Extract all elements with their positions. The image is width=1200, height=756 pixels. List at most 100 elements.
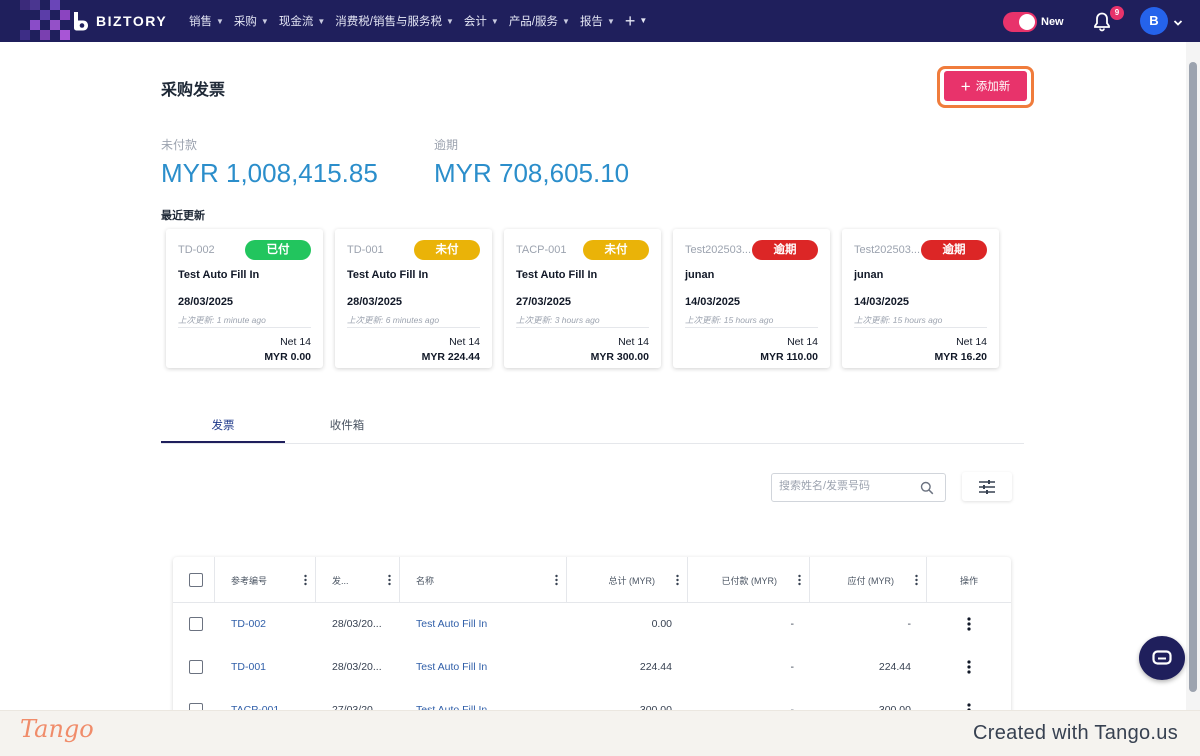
column-label: 发...	[332, 575, 349, 586]
tabs-divider	[161, 443, 1024, 444]
nav-item-label: 采购	[233, 16, 257, 28]
nav-item-tax[interactable]: 消费税/销售与服务税 ▼	[335, 13, 454, 29]
chevron-down-icon: ▼	[606, 16, 615, 26]
chevron-down-icon: ▼	[639, 16, 648, 25]
nav-item-label: 消费税/销售与服务税	[335, 16, 442, 28]
card-divider	[178, 327, 311, 328]
status-badge: 未付	[414, 240, 480, 260]
chevron-down-icon: ▼	[562, 16, 570, 26]
column-menu-icon[interactable]	[676, 574, 679, 586]
card-last-updated: 上次更新: 1 minute ago	[178, 315, 266, 325]
nav-item-cashflow[interactable]: 现金流 ▼	[279, 13, 325, 29]
row-date: 28/03/20...	[332, 661, 382, 673]
chevron-down-icon: ▼	[490, 16, 499, 26]
column-header-date[interactable]: 发...	[316, 557, 400, 603]
top-navbar: BIZTORY 销售 ▼ 采购 ▼ 现金流 ▼ 消费税/销售与服务税 ▼ 会计 ▼ 产品/…	[0, 0, 1200, 42]
card-amount: MYR 110.00	[760, 351, 818, 363]
recent-invoice-card[interactable]: TD-001 未付 Test Auto Fill In 28/03/2025 上…	[335, 229, 492, 368]
column-label: 已付款 (MYR)	[721, 575, 778, 586]
row-total: 0.00	[651, 618, 672, 630]
chevron-down-icon[interactable]	[1173, 15, 1183, 26]
row-due: -	[907, 618, 912, 630]
column-label: 操作	[959, 575, 978, 586]
add-new-button[interactable]: + 添加新	[944, 71, 1027, 101]
new-ui-toggle[interactable]	[1003, 12, 1037, 32]
card-reference: Test202503...	[685, 244, 752, 256]
search-input[interactable]	[779, 480, 919, 492]
column-label: 名称	[416, 575, 435, 586]
nav-item-reports[interactable]: 报告 ▼	[580, 13, 615, 29]
nav-item-products[interactable]: 产品/服务 ▼	[509, 13, 570, 29]
row-date: 28/03/20...	[332, 618, 382, 630]
card-date: 14/03/2025	[685, 296, 741, 308]
column-header-paid[interactable]: 已付款 (MYR)	[688, 557, 810, 603]
column-header-reference[interactable]: 参考编号	[215, 557, 316, 603]
nav-item-sales[interactable]: 销售 ▼	[189, 13, 224, 29]
nav-item-purchases[interactable]: 采购 ▼	[234, 13, 269, 29]
nav-item-label: 产品/服务	[508, 16, 559, 28]
outstanding-value: MYR 1,008,415.85	[161, 158, 378, 188]
card-supplier-name: junan	[685, 269, 715, 281]
row-name-link[interactable]: Test Auto Fill In	[416, 618, 487, 630]
row-due: 224.44	[878, 661, 911, 673]
plus-icon: +	[960, 76, 971, 96]
card-amount: MYR 0.00	[264, 351, 311, 363]
status-badge: 已付	[245, 240, 311, 260]
card-divider	[854, 327, 987, 328]
table-row[interactable]: TD-001 28/03/20... Test Auto Fill In 224…	[173, 646, 1011, 689]
page-title: 采购发票	[161, 82, 226, 99]
row-paid: -	[790, 661, 795, 673]
column-menu-icon[interactable]	[798, 574, 801, 586]
recent-invoice-card[interactable]: Test202503... 逾期 junan 14/03/2025 上次更新: …	[673, 229, 830, 368]
column-header-name[interactable]: 名称	[400, 557, 567, 603]
chat-icon	[1152, 650, 1172, 665]
chevron-down-icon: ▼	[260, 16, 269, 26]
column-menu-icon[interactable]	[304, 574, 307, 586]
scroll-thumb[interactable]	[1189, 62, 1197, 692]
card-supplier-name: Test Auto Fill In	[347, 269, 429, 281]
card-last-updated: 上次更新: 3 hours ago	[516, 315, 600, 325]
more-vertical-icon[interactable]	[967, 617, 971, 631]
column-menu-icon[interactable]	[555, 574, 558, 586]
select-all-checkbox[interactable]	[189, 573, 203, 587]
recent-invoice-card[interactable]: TD-002 已付 Test Auto Fill In 28/03/2025 上…	[166, 229, 323, 368]
column-header-total[interactable]: 总计 (MYR)	[567, 557, 688, 603]
card-divider	[685, 327, 818, 328]
more-vertical-icon[interactable]	[967, 660, 971, 674]
add-new-label: 添加新	[975, 81, 1011, 93]
card-reference: TACP-001	[516, 244, 567, 256]
filter-button[interactable]	[962, 472, 1012, 501]
column-menu-icon[interactable]	[388, 574, 391, 586]
card-divider	[347, 327, 480, 328]
tab-inbox[interactable]: 收件箱	[285, 417, 409, 433]
column-header-due[interactable]: 应付 (MYR)	[810, 557, 927, 603]
nav-item-label: 会计	[463, 16, 487, 28]
column-menu-icon[interactable]	[915, 574, 918, 586]
table-row[interactable]: TD-002 28/03/20... Test Auto Fill In 0.0…	[173, 603, 1011, 646]
recent-updates-title: 最近更新	[161, 210, 205, 222]
row-name-link[interactable]: Test Auto Fill In	[416, 661, 487, 673]
nav-item-accounting[interactable]: 会计 ▼	[464, 13, 499, 29]
bell-icon[interactable]	[1093, 12, 1111, 32]
brand-name: BIZTORY	[96, 13, 168, 29]
user-avatar[interactable]: B	[1140, 7, 1168, 35]
sliders-icon	[979, 479, 995, 494]
recent-invoice-card[interactable]: Test202503... 逾期 junan 14/03/2025 上次更新: …	[842, 229, 999, 368]
row-reference-link[interactable]: TD-001	[231, 661, 266, 673]
page-scrollbar[interactable]	[1186, 42, 1200, 714]
card-terms: Net 14	[787, 336, 818, 348]
chat-support-button[interactable]	[1139, 636, 1185, 680]
tab-invoices[interactable]: 发票	[161, 417, 285, 433]
search-icon[interactable]	[920, 481, 934, 495]
row-checkbox[interactable]	[189, 660, 203, 674]
card-date: 27/03/2025	[516, 296, 572, 308]
overdue-value: MYR 708,605.10	[434, 158, 630, 188]
quick-add-menu[interactable]: + ▼	[625, 12, 647, 30]
row-checkbox[interactable]	[189, 617, 203, 631]
row-reference-link[interactable]: TD-002	[231, 618, 266, 630]
row-total: 224.44	[639, 661, 672, 673]
brand-logo[interactable]: BIZTORY	[70, 10, 167, 32]
nav-item-label: 报告	[579, 16, 603, 28]
recent-invoice-card[interactable]: TACP-001 未付 Test Auto Fill In 27/03/2025…	[504, 229, 661, 368]
card-terms: Net 14	[280, 336, 311, 348]
